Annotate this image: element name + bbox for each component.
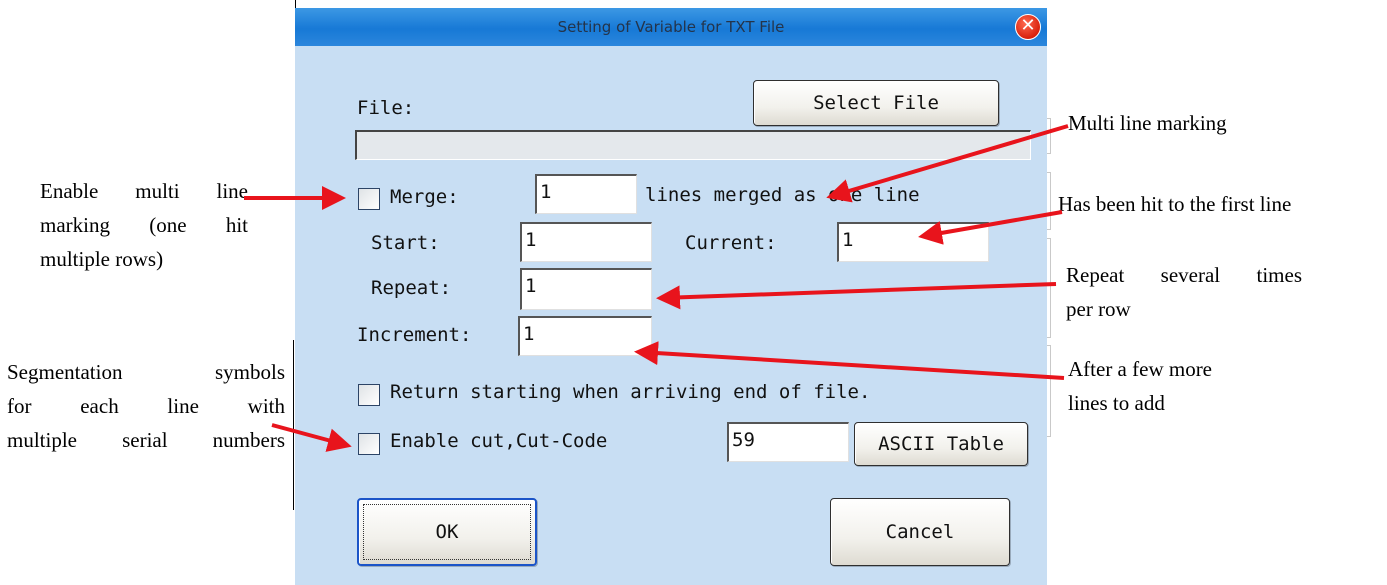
annotation-line: marking (one hit	[40, 213, 248, 237]
merge-suffix-label: lines merged as one line	[645, 184, 920, 206]
close-icon[interactable]: ✕	[1015, 14, 1041, 40]
repeat-label: Repeat:	[371, 277, 452, 299]
merge-label: Merge:	[390, 186, 459, 208]
ascii-table-button[interactable]: ASCII Table	[854, 422, 1028, 466]
increment-label: Increment:	[357, 324, 472, 346]
cut-code-input[interactable]: 59	[727, 422, 849, 462]
current-input[interactable]: 1	[837, 222, 989, 262]
focus-rect	[363, 504, 531, 560]
annotation-segmentation: Segmentation symbols for each line with …	[7, 355, 285, 457]
return-label: Return starting when arriving end of fil…	[390, 381, 871, 403]
ascii-table-label: ASCII Table	[878, 433, 1004, 455]
file-path-field[interactable]	[355, 130, 1031, 160]
frame-line-left-lower	[293, 340, 294, 510]
repeat-input[interactable]: 1	[520, 268, 652, 310]
annotation-line: lines to add	[1068, 391, 1165, 415]
file-label: File:	[357, 97, 415, 119]
annotation-repeat: Repeat several times per row	[1066, 258, 1302, 326]
select-file-label: Select File	[813, 92, 939, 114]
enable-cut-label: Enable cut,Cut-Code	[390, 430, 608, 452]
enable-cut-checkbox[interactable]	[358, 433, 380, 455]
txt-variable-dialog: Setting of Variable for TXT File ✕ File:…	[295, 8, 1047, 585]
start-input[interactable]: 1	[520, 222, 652, 262]
annotation-enable-multiline: Enable multi line marking (one hit multi…	[40, 174, 248, 276]
annotation-line: multiple rows)	[40, 247, 164, 271]
annotation-line: Segmentation symbols	[7, 360, 285, 384]
merge-checkbox[interactable]	[358, 188, 380, 210]
current-label: Current:	[685, 232, 777, 254]
annotation-line: Enable multi line	[40, 179, 248, 203]
cancel-label: Cancel	[885, 521, 955, 543]
merge-lines-input[interactable]: 1	[535, 174, 637, 214]
annotation-line: After a few more	[1068, 357, 1213, 381]
return-checkbox[interactable]	[358, 384, 380, 406]
annotation-line: multiple serial numbers	[7, 428, 285, 452]
start-label: Start:	[371, 232, 440, 254]
dialog-titlebar: Setting of Variable for TXT File ✕	[295, 8, 1047, 46]
annotation-first-line: Has been hit to the first line	[1058, 192, 1292, 216]
annotation-line: for each line with	[7, 394, 285, 418]
annotation-after-lines: After a few more lines to add	[1068, 352, 1212, 420]
increment-input[interactable]: 1	[518, 316, 652, 356]
annotation-line: per row	[1066, 297, 1131, 321]
cancel-button[interactable]: Cancel	[830, 498, 1010, 566]
annotation-multi-line-marking: Multi line marking	[1068, 111, 1227, 135]
select-file-button[interactable]: Select File	[753, 80, 999, 126]
ok-button[interactable]: OK	[357, 498, 537, 566]
dialog-title: Setting of Variable for TXT File	[557, 18, 785, 36]
annotation-line: Repeat several times	[1066, 263, 1302, 287]
